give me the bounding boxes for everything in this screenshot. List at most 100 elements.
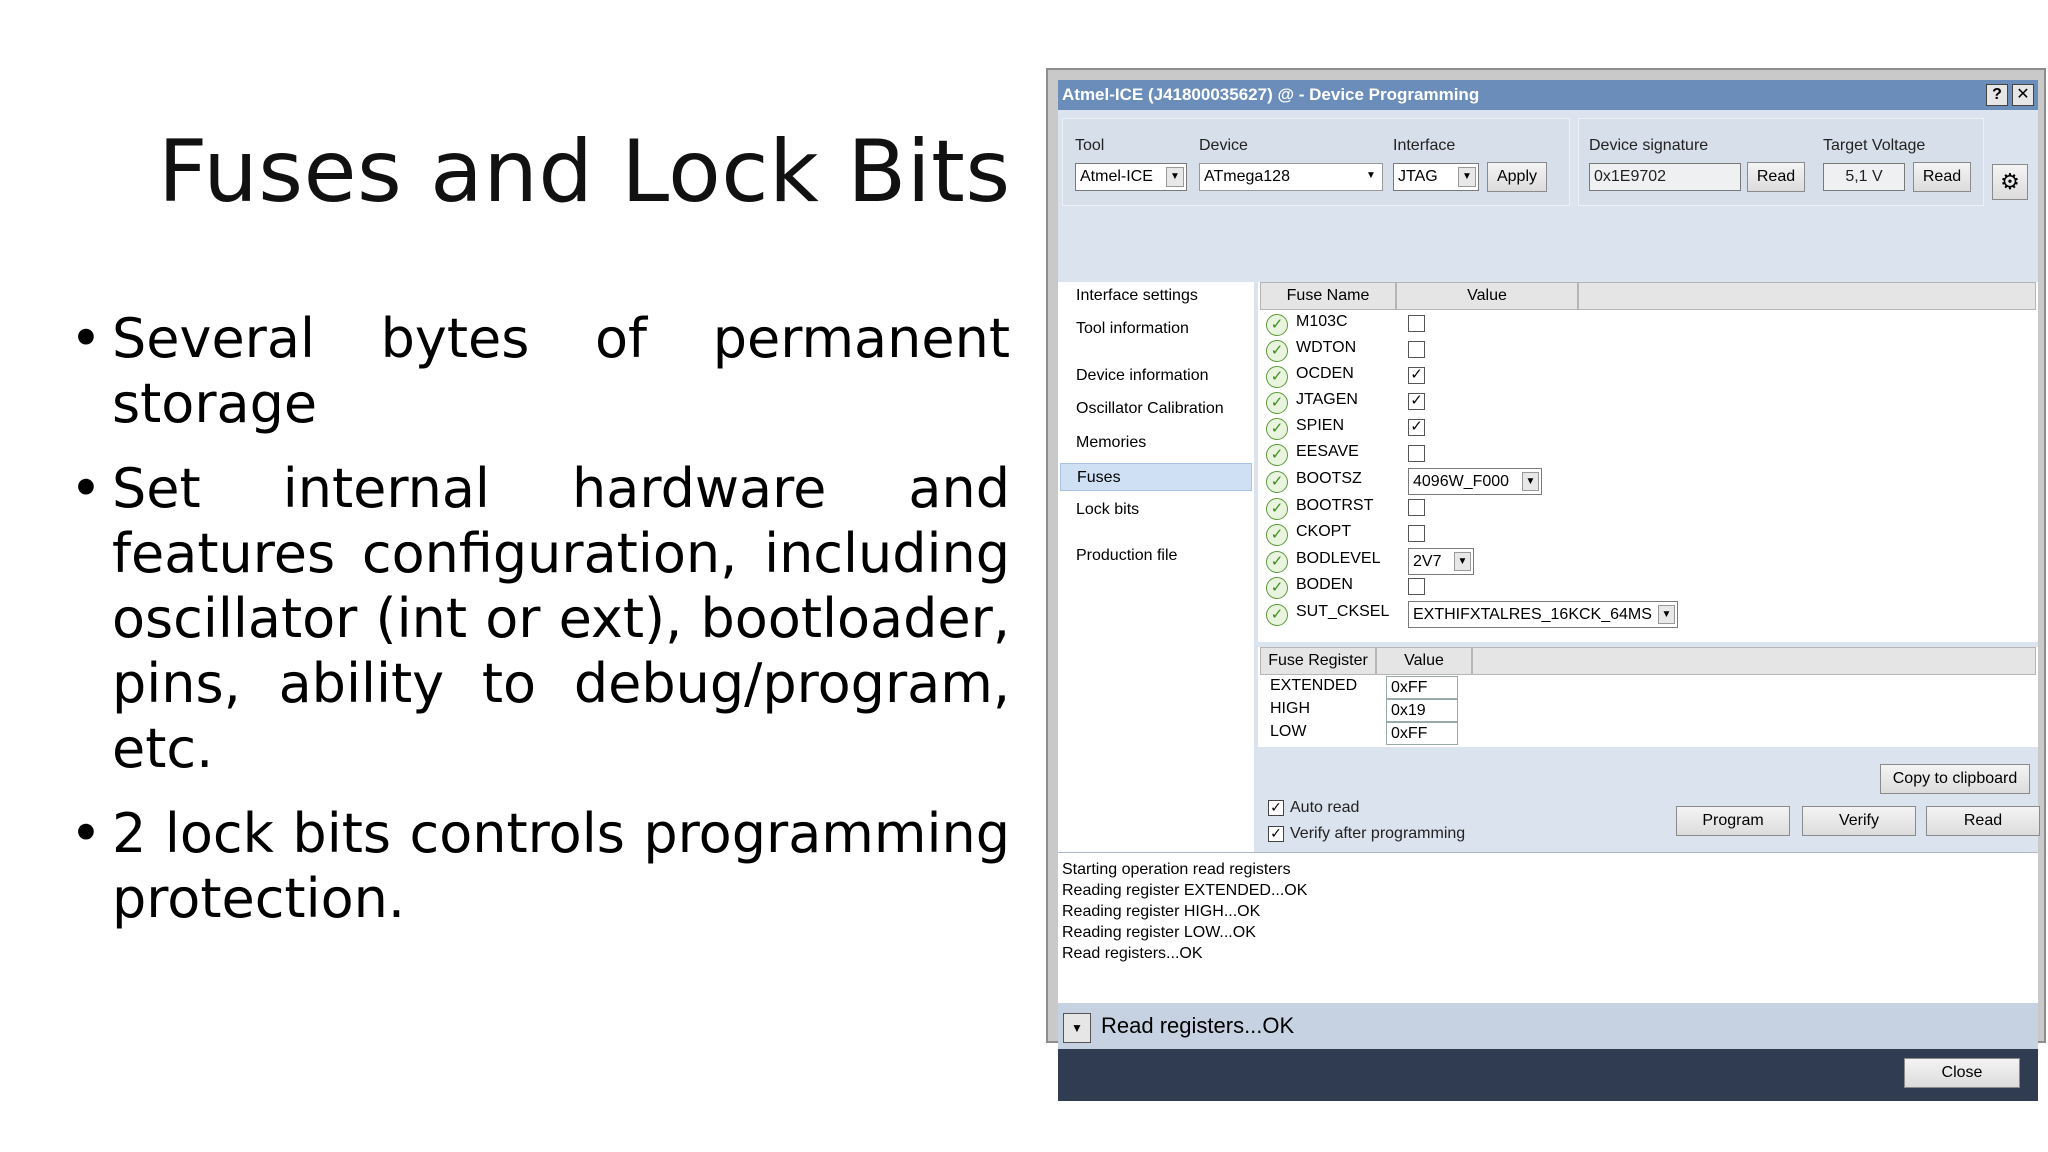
voltage-read-button[interactable]: Read: [1913, 162, 1971, 192]
apply-button[interactable]: Apply: [1487, 162, 1547, 192]
close-button[interactable]: Close: [1904, 1058, 2020, 1088]
fuse-name: CKOPT: [1296, 523, 1352, 540]
status-bar: ▼ Read registers...OK: [1058, 1003, 2038, 1049]
sidebar-item-tool-information[interactable]: Tool information: [1060, 315, 1252, 343]
register-high-value[interactable]: 0x19: [1386, 699, 1458, 722]
register-low-value[interactable]: 0xFF: [1386, 722, 1458, 745]
fuse-row: ✓ OCDEN ✓: [1258, 363, 2038, 389]
bodlevel-select[interactable]: 2V7 ▼: [1408, 548, 1474, 575]
device-select[interactable]: ATmega128 ▼: [1199, 163, 1383, 191]
sidebar-item-production-file[interactable]: Production file: [1060, 542, 1252, 570]
sidebar-item-lock-bits[interactable]: Lock bits: [1060, 496, 1252, 524]
sidebar-item-fuses[interactable]: Fuses: [1060, 463, 1252, 491]
check-circle-icon: ✓: [1266, 444, 1288, 466]
verify-button[interactable]: Verify: [1802, 806, 1916, 836]
fuse-row: ✓ BODLEVEL 2V7 ▼: [1258, 548, 2038, 575]
signature-voltage-group: Device signature 0x1E9702 Read Target Vo…: [1578, 118, 1984, 206]
fuse-row: ✓ CKOPT: [1258, 521, 2038, 547]
fuse-checkbox-ocden[interactable]: ✓: [1408, 367, 1425, 384]
log-line: Reading register EXTENDED...OK: [1062, 882, 1308, 899]
fuse-checkbox-m103c[interactable]: [1408, 315, 1425, 332]
chevron-down-icon: ▼: [1071, 1021, 1083, 1035]
fuse-row: ✓ BOOTSZ 4096W_F000 ▼: [1258, 468, 2038, 495]
fuse-row: ✓ SUT_CKSEL EXTHIFXTALRES_16KCK_64MS ▼: [1258, 601, 2038, 628]
fuse-grid: Fuse Name Value ✓ M103C ✓ WDTON ✓ OCDEN …: [1258, 282, 2038, 642]
table-row: LOW 0xFF: [1258, 722, 2038, 745]
bootsz-select[interactable]: 4096W_F000 ▼: [1408, 468, 1542, 495]
fuse-checkbox-eesave[interactable]: [1408, 445, 1425, 462]
chevron-down-icon: ▼: [1454, 552, 1471, 571]
check-circle-icon: ✓: [1266, 604, 1288, 626]
auto-read-label: Auto read: [1290, 799, 1360, 816]
fuse-checkbox-jtagen[interactable]: ✓: [1408, 393, 1425, 410]
device-signature-label: Device signature: [1589, 137, 1709, 154]
sidebar-item-interface-settings[interactable]: Interface settings: [1060, 282, 1252, 310]
sut-cksel-select[interactable]: EXTHIFXTALRES_16KCK_64MS ▼: [1408, 601, 1678, 628]
chevron-down-icon: ▼: [1658, 605, 1675, 624]
check-circle-icon: ✓: [1266, 471, 1288, 493]
verify-after-programming-checkbox[interactable]: ✓: [1268, 826, 1284, 842]
fuse-row: ✓ SPIEN ✓: [1258, 415, 2038, 441]
interface-select[interactable]: JTAG ▼: [1393, 163, 1479, 191]
fuse-checkbox-bootrst[interactable]: [1408, 499, 1425, 516]
chevron-down-icon: ▼: [1362, 167, 1380, 187]
log-line: Reading register LOW...OK: [1062, 924, 1256, 941]
fuse-name: BODLEVEL: [1296, 550, 1381, 567]
sidebar-item-oscillator-calibration[interactable]: Oscillator Calibration: [1060, 395, 1252, 423]
device-signature-field: 0x1E9702: [1589, 163, 1741, 191]
fuse-checkbox-boden[interactable]: [1408, 578, 1425, 595]
window-title: Atmel-ICE (J41800035627) @ - Device Prog…: [1062, 85, 1480, 104]
fuse-checkbox-wdton[interactable]: [1408, 341, 1425, 358]
window-close-button[interactable]: ✕: [2012, 84, 2034, 106]
sidebar-item-device-information[interactable]: Device information: [1060, 362, 1252, 390]
fuse-empty-header: [1578, 282, 2036, 310]
settings-gear-button[interactable]: ⚙: [1992, 164, 2028, 200]
fuse-register-grid: Fuse Register Value EXTENDED 0xFF HIGH 0…: [1258, 647, 2038, 747]
fuse-register-header[interactable]: Fuse Register: [1260, 647, 1376, 675]
bullet-item: Several bytes of permanent storage: [70, 306, 1010, 436]
check-circle-icon: ✓: [1266, 314, 1288, 336]
fuse-checkbox-ckopt[interactable]: [1408, 525, 1425, 542]
interface-label: Interface: [1393, 137, 1456, 154]
expand-log-button[interactable]: ▼: [1063, 1013, 1091, 1043]
tool-device-group: Tool Atmel-ICE ▼ Device ATmega128 ▼ Inte…: [1062, 118, 1570, 206]
fuse-name-header[interactable]: Fuse Name: [1260, 282, 1396, 310]
output-log[interactable]: Starting operation read registers Readin…: [1058, 852, 2038, 1014]
fuse-row: ✓ BODEN: [1258, 574, 2038, 600]
chevron-down-icon: ▼: [1458, 167, 1476, 187]
fuse-value-header[interactable]: Value: [1396, 282, 1578, 310]
fuse-name: BOOTRST: [1296, 497, 1374, 514]
verify-after-programming-label: Verify after programming: [1290, 825, 1466, 842]
fuse-options-panel: Copy to clipboard ✓ Auto read ✓ Verify a…: [1258, 750, 2040, 850]
fuse-checkbox-spien[interactable]: ✓: [1408, 419, 1425, 436]
window-titlebar[interactable]: Atmel-ICE (J41800035627) @ - Device Prog…: [1058, 80, 2038, 110]
read-button[interactable]: Read: [1926, 806, 2040, 836]
bullet-item: Set internal hardware and features confi…: [70, 456, 1010, 781]
slide-title: Fuses and Lock Bits: [158, 122, 1011, 222]
help-button[interactable]: ?: [1986, 84, 2008, 106]
target-voltage-field: 5,1 V: [1823, 163, 1905, 191]
sidebar-nav: Interface settings Tool information Devi…: [1058, 282, 1254, 852]
device-programming-window: Atmel-ICE (J41800035627) @ - Device Prog…: [1046, 68, 2046, 1101]
register-name: LOW: [1270, 723, 1307, 740]
register-value-header[interactable]: Value: [1376, 647, 1472, 675]
sidebar-item-memories[interactable]: Memories: [1060, 429, 1252, 457]
fuse-row: ✓ BOOTRST: [1258, 495, 2038, 521]
fuse-row: ✓ EESAVE: [1258, 441, 2038, 467]
signature-read-button[interactable]: Read: [1747, 162, 1805, 192]
target-voltage-label: Target Voltage: [1823, 137, 1926, 154]
program-button[interactable]: Program: [1676, 806, 1790, 836]
fuse-row: ✓ JTAGEN ✓: [1258, 389, 2038, 415]
copy-to-clipboard-button[interactable]: Copy to clipboard: [1880, 764, 2030, 794]
register-empty-header: [1472, 647, 2036, 675]
tool-select[interactable]: Atmel-ICE ▼: [1075, 163, 1187, 191]
tool-label: Tool: [1075, 137, 1105, 154]
bullet-list: Several bytes of permanent storage Set i…: [70, 306, 1010, 951]
log-line: Reading register HIGH...OK: [1062, 903, 1261, 920]
check-circle-icon: ✓: [1266, 366, 1288, 388]
check-circle-icon: ✓: [1266, 392, 1288, 414]
auto-read-checkbox[interactable]: ✓: [1268, 800, 1284, 816]
log-line: Starting operation read registers: [1062, 861, 1291, 878]
fuse-name: M103C: [1296, 313, 1348, 330]
register-extended-value[interactable]: 0xFF: [1386, 676, 1458, 699]
